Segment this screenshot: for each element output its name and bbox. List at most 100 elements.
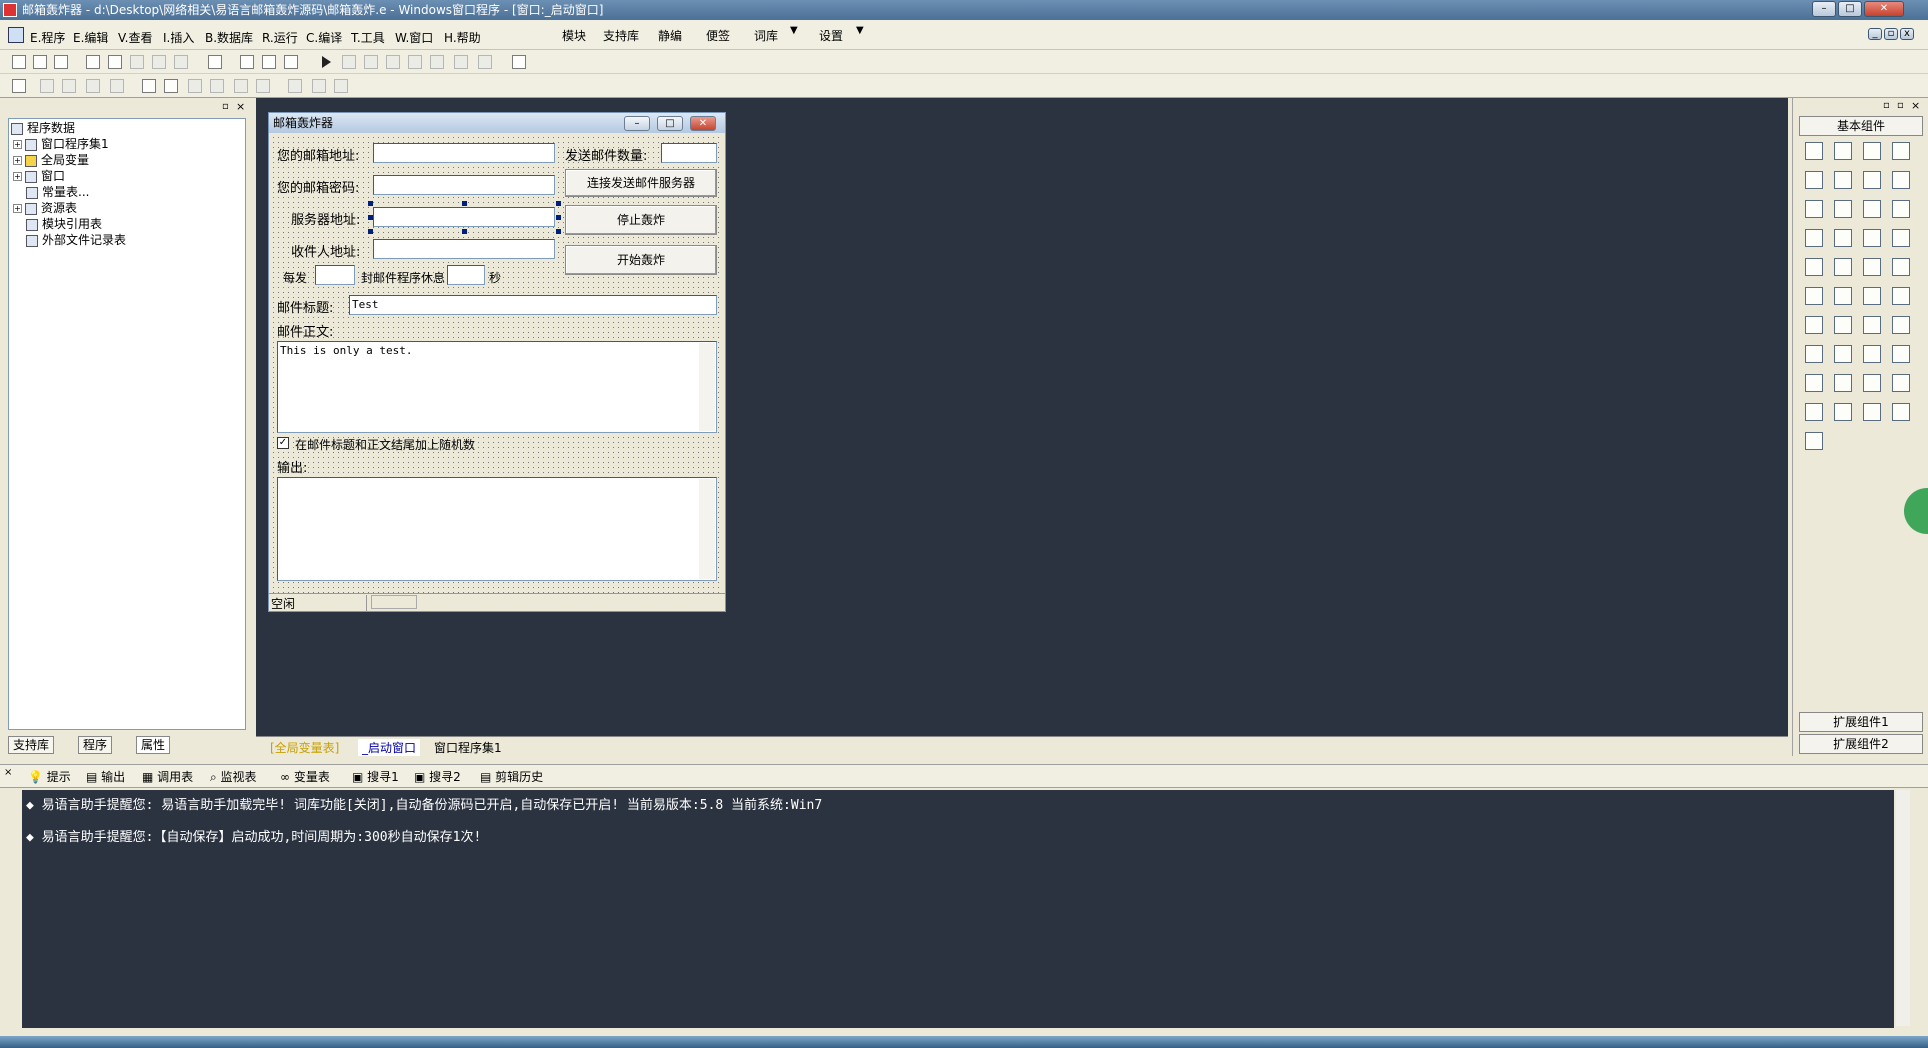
component-icon[interactable] — [1834, 374, 1852, 392]
component-icon[interactable] — [1892, 287, 1910, 305]
output-console[interactable]: ◆ 易语言助手提醒您: 易语言助手加载完毕! 词库功能[关闭],自动备份源码已开… — [22, 790, 1910, 1028]
restore-icon[interactable]: ▫ — [1897, 100, 1904, 111]
form-maximize-button[interactable]: □ — [657, 116, 683, 131]
same-width-icon[interactable] — [188, 79, 202, 93]
menu-insert[interactable]: I.插入 — [163, 29, 194, 46]
tab-properties[interactable]: 属性 — [136, 736, 171, 754]
save-icon[interactable] — [54, 55, 68, 69]
hand-icon[interactable] — [478, 55, 492, 69]
component-icon[interactable] — [1805, 287, 1823, 305]
mdi-close-button[interactable]: x — [1900, 28, 1914, 40]
component-icon[interactable] — [1834, 345, 1852, 363]
menu-help[interactable]: H.帮助 — [444, 29, 481, 46]
mdi-minimize-button[interactable]: _ — [1868, 28, 1882, 40]
component-icon[interactable] — [1863, 258, 1881, 276]
menu-program[interactable]: E.程序 — [30, 29, 65, 46]
start-button[interactable]: 开始轰炸 — [565, 245, 717, 275]
layout-top-icon[interactable] — [262, 55, 276, 69]
selection-handle[interactable] — [368, 229, 373, 234]
layout-split-icon[interactable] — [284, 55, 298, 69]
component-icon[interactable] — [1805, 142, 1823, 160]
menu-database[interactable]: B.数据库 — [205, 29, 253, 46]
menu-settings[interactable]: 设置 — [819, 27, 843, 44]
chevron-down-icon[interactable]: ▼ — [856, 25, 864, 36]
project-tree[interactable]: 程序数据 + 窗口程序集1 + 全局变量 + 窗口 常量表... + 资源表 模块引用表… — [8, 118, 246, 730]
output-scrollbar[interactable] — [699, 479, 715, 579]
component-icon[interactable] — [1863, 374, 1881, 392]
close-icon[interactable]: × — [1911, 99, 1920, 112]
menu-edit[interactable]: E.编辑 — [73, 29, 108, 46]
tab-watch[interactable]: ⌕ 监视表 — [210, 769, 257, 785]
size-height-icon[interactable] — [312, 79, 326, 93]
component-icon[interactable] — [1834, 200, 1852, 218]
minimize-button[interactable]: – — [1812, 1, 1836, 17]
selection-handle[interactable] — [556, 215, 561, 220]
subject-input[interactable]: Test — [349, 295, 717, 315]
component-icon[interactable] — [1863, 171, 1881, 189]
step-icon[interactable] — [364, 55, 378, 69]
redo-icon[interactable] — [152, 55, 166, 69]
component-icon[interactable] — [1834, 316, 1852, 334]
size-width-icon[interactable] — [288, 79, 302, 93]
component-icon[interactable] — [1863, 200, 1881, 218]
component-icon[interactable] — [1892, 258, 1910, 276]
selection-handle[interactable] — [556, 201, 561, 206]
tab-call-stack[interactable]: ▦ 调用表 — [142, 769, 193, 785]
tree-item-resources[interactable]: + 资源表 — [13, 201, 77, 216]
align-left-icon[interactable] — [40, 79, 54, 93]
component-icon[interactable] — [1805, 200, 1823, 218]
tab-support-lib[interactable]: 支持库 — [8, 736, 55, 754]
tree-root[interactable]: 程序数据 — [11, 121, 75, 136]
menu-view[interactable]: V.查看 — [118, 29, 152, 46]
step-into-icon[interactable] — [386, 55, 400, 69]
form-designer-window[interactable]: 邮箱轰炸器 – □ ✕ 您的邮箱地址: 发送邮件数量: 您的邮箱密码: 连接发送… — [268, 112, 726, 612]
stop-icon[interactable] — [342, 55, 356, 69]
tab-variables[interactable]: ∞ 变量表 — [280, 769, 330, 785]
output-scrollbar[interactable] — [1896, 790, 1910, 1026]
align-top-icon[interactable] — [86, 79, 100, 93]
pin-icon[interactable]: ▫ — [222, 101, 229, 112]
component-icon[interactable] — [1863, 316, 1881, 334]
body-textarea[interactable]: This is only a test. — [277, 341, 717, 433]
rest-seconds-input[interactable] — [447, 265, 485, 285]
tree-item-external-files[interactable]: 外部文件记录表 — [26, 233, 126, 248]
run-icon[interactable] — [322, 56, 331, 68]
component-icon[interactable] — [1805, 374, 1823, 392]
same-height-icon[interactable] — [210, 79, 224, 93]
component-icon[interactable] — [1892, 200, 1910, 218]
selection-handle[interactable] — [556, 229, 561, 234]
tab-program[interactable]: 程序 — [78, 736, 113, 754]
component-icon[interactable] — [1863, 403, 1881, 421]
space-h-icon[interactable] — [234, 79, 248, 93]
selection-handle[interactable] — [462, 201, 467, 206]
component-icon[interactable] — [1805, 258, 1823, 276]
send-count-input[interactable] — [661, 143, 717, 163]
expand-icon[interactable]: + — [13, 140, 22, 149]
mdi-restore-button[interactable]: ▫ — [1884, 28, 1898, 40]
menu-run[interactable]: R.运行 — [262, 29, 298, 46]
selection-handle[interactable] — [462, 229, 467, 234]
align-bottom-icon[interactable] — [110, 79, 124, 93]
expand-icon[interactable]: + — [13, 156, 22, 165]
component-icon[interactable] — [1863, 229, 1881, 247]
component-icon[interactable] — [1805, 316, 1823, 334]
align-right-icon[interactable] — [62, 79, 76, 93]
tab-search2[interactable]: ▣ 搜寻2 — [414, 769, 461, 785]
run-to-cursor-icon[interactable] — [454, 55, 468, 69]
component-icon[interactable] — [1834, 258, 1852, 276]
component-icon[interactable] — [1805, 432, 1823, 450]
tree-item-window[interactable]: + 窗口 — [13, 169, 65, 184]
ext-components-1-tab[interactable]: 扩展组件1 — [1799, 712, 1923, 732]
component-icon[interactable] — [1834, 403, 1852, 421]
close-icon[interactable]: × — [4, 767, 12, 778]
menu-compile[interactable]: C.编译 — [306, 29, 342, 46]
menu-modules[interactable]: 模块 — [562, 27, 586, 44]
form-close-button[interactable]: ✕ — [690, 116, 716, 131]
component-icon[interactable] — [1863, 287, 1881, 305]
pin-icon[interactable]: ▫ — [1883, 100, 1890, 111]
component-icon[interactable] — [1834, 287, 1852, 305]
component-icon[interactable] — [1834, 142, 1852, 160]
expand-icon[interactable]: + — [13, 172, 22, 181]
size-both-icon[interactable] — [334, 79, 348, 93]
component-icon[interactable] — [1892, 374, 1910, 392]
